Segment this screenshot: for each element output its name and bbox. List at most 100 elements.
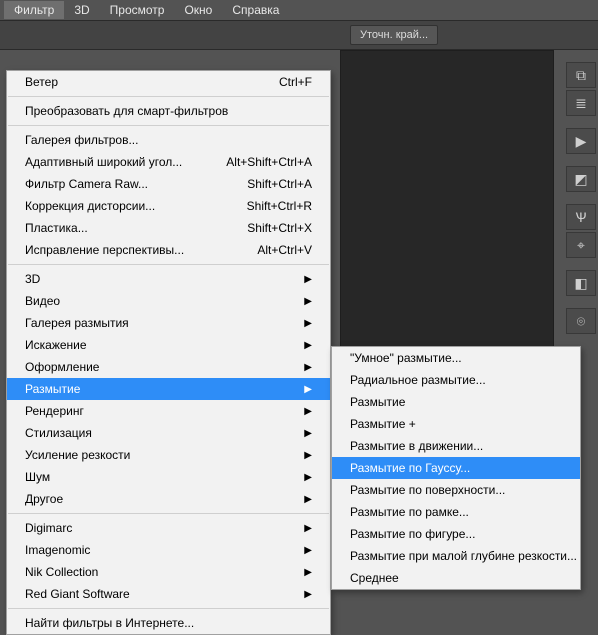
menuitem-label: Размытие по Гауссу... (350, 461, 562, 475)
menu-window[interactable]: Окно (174, 1, 222, 19)
submenu-arrow-icon: ▶ (304, 362, 312, 373)
menuitem-label: Исправление перспективы... (25, 243, 233, 257)
menuitem-label: 3D (25, 272, 294, 286)
submenu-arrow-icon: ▶ (304, 472, 312, 483)
menuitem-shortcut: Ctrl+F (279, 75, 312, 89)
menuitem-label: Imagenomic (25, 543, 294, 557)
menuitem-blur-submenu[interactable]: Размытие ▶ (7, 378, 330, 400)
menuitem-average[interactable]: Среднее (332, 567, 580, 589)
menu-separator (8, 608, 329, 609)
menuitem-label: Другое (25, 492, 294, 506)
swatches-icon[interactable]: ◧ (566, 270, 596, 296)
filter-menu-dropdown: Ветер Ctrl+F Преобразовать для смарт-фил… (6, 70, 331, 635)
menuitem-smart-blur[interactable]: "Умное" размытие... (332, 347, 580, 369)
menuitem-other-submenu[interactable]: Другое ▶ (7, 488, 330, 510)
menuitem-label: Размытие в движении... (350, 439, 562, 453)
menuitem-3d-submenu[interactable]: 3D ▶ (7, 268, 330, 290)
menuitem-convert-smart-filters[interactable]: Преобразовать для смарт-фильтров (7, 100, 330, 122)
menuitem-label: Коррекция дисторсии... (25, 199, 223, 213)
menuitem-label: Nik Collection (25, 565, 294, 579)
menuitem-browse-filters-online[interactable]: Найти фильтры в Интернете... (7, 612, 330, 634)
menuitem-label: Размытие + (350, 417, 562, 431)
menuitem-label: Размытие при малой глубине резкости... (350, 549, 577, 563)
brushes-icon[interactable]: Ѱ (566, 204, 596, 230)
menuitem-label: Размытие по поверхности... (350, 483, 562, 497)
menuitem-label: Фильтр Camera Raw... (25, 177, 223, 191)
menuitem-shortcut: Shift+Ctrl+X (247, 221, 312, 235)
menuitem-label: Найти фильтры в Интернете... (25, 616, 312, 630)
menuitem-distort-submenu[interactable]: Искажение ▶ (7, 334, 330, 356)
menu-help[interactable]: Справка (222, 1, 289, 19)
layers-panel-icon[interactable]: ≣ (566, 90, 596, 116)
workspace: ⧉ ≣ ▶ ◩ Ѱ ⌖ ◧ ⌾ Ветер Ctrl+F Преобразова… (0, 50, 598, 521)
submenu-arrow-icon: ▶ (304, 296, 312, 307)
menuitem-gaussian-blur[interactable]: Размытие по Гауссу... (332, 457, 580, 479)
menuitem-label: Галерея размытия (25, 316, 294, 330)
blur-submenu-dropdown: "Умное" размытие... Радиальное размытие.… (331, 346, 581, 590)
play-icon[interactable]: ▶ (566, 128, 596, 154)
menuitem-label: Размытие (350, 395, 562, 409)
menu-separator (8, 96, 329, 97)
menuitem-nik-collection-submenu[interactable]: Nik Collection ▶ (7, 561, 330, 583)
menuitem-blur-more[interactable]: Размытие + (332, 413, 580, 435)
menuitem-digimarc-submenu[interactable]: Digimarc ▶ (7, 517, 330, 539)
menuitem-label: "Умное" размытие... (350, 351, 562, 365)
menuitem-label: Видео (25, 294, 294, 308)
submenu-arrow-icon: ▶ (304, 406, 312, 417)
menuitem-vanishing-point[interactable]: Исправление перспективы... Alt+Ctrl+V (7, 239, 330, 261)
menu-3d[interactable]: 3D (64, 1, 99, 19)
histogram-icon[interactable]: ⧉ (566, 62, 596, 88)
menuitem-liquify[interactable]: Пластика... Shift+Ctrl+X (7, 217, 330, 239)
menuitem-stylize-submenu[interactable]: Стилизация ▶ (7, 422, 330, 444)
submenu-arrow-icon: ▶ (304, 589, 312, 600)
menuitem-radial-blur[interactable]: Радиальное размытие... (332, 369, 580, 391)
menuitem-label: Оформление (25, 360, 294, 374)
menuitem-pixelate-submenu[interactable]: Оформление ▶ (7, 356, 330, 378)
menuitem-adaptive-wide-angle[interactable]: Адаптивный широкий угол... Alt+Shift+Ctr… (7, 151, 330, 173)
clone-source-icon[interactable]: ⌖ (566, 232, 596, 258)
menubar: Фильтр 3D Просмотр Окно Справка (0, 0, 598, 20)
refine-edge-button[interactable]: Уточн. край... (350, 25, 438, 45)
cube-icon[interactable]: ◩ (566, 166, 596, 192)
menuitem-label: Пластика... (25, 221, 223, 235)
menu-separator (8, 513, 329, 514)
submenu-arrow-icon: ▶ (304, 450, 312, 461)
submenu-arrow-icon: ▶ (304, 274, 312, 285)
menuitem-label: Среднее (350, 571, 562, 585)
menu-filter[interactable]: Фильтр (4, 1, 64, 19)
menuitem-render-submenu[interactable]: Рендеринг ▶ (7, 400, 330, 422)
menuitem-sharpen-submenu[interactable]: Усиление резкости ▶ (7, 444, 330, 466)
menuitem-imagenomic-submenu[interactable]: Imagenomic ▶ (7, 539, 330, 561)
menuitem-label: Радиальное размытие... (350, 373, 562, 387)
submenu-arrow-icon: ▶ (304, 340, 312, 351)
menuitem-last-filter[interactable]: Ветер Ctrl+F (7, 71, 330, 93)
mask-icon[interactable]: ⌾ (566, 308, 596, 334)
menuitem-shortcut: Shift+Ctrl+A (247, 177, 312, 191)
menuitem-motion-blur[interactable]: Размытие в движении... (332, 435, 580, 457)
menuitem-label: Размытие (25, 382, 294, 396)
menuitem-label: Адаптивный широкий угол... (25, 155, 202, 169)
options-toolbar: Уточн. край... (0, 20, 598, 50)
menuitem-label: Галерея фильтров... (25, 133, 312, 147)
submenu-arrow-icon: ▶ (304, 523, 312, 534)
menuitem-lens-blur[interactable]: Размытие при малой глубине резкости... (332, 545, 580, 567)
menu-separator (8, 264, 329, 265)
menuitem-red-giant-submenu[interactable]: Red Giant Software ▶ (7, 583, 330, 605)
menuitem-noise-submenu[interactable]: Шум ▶ (7, 466, 330, 488)
menuitem-surface-blur[interactable]: Размытие по поверхности... (332, 479, 580, 501)
menuitem-filter-gallery[interactable]: Галерея фильтров... (7, 129, 330, 151)
menuitem-blur[interactable]: Размытие (332, 391, 580, 413)
menuitem-video-submenu[interactable]: Видео ▶ (7, 290, 330, 312)
submenu-arrow-icon: ▶ (304, 428, 312, 439)
menuitem-lens-correction[interactable]: Коррекция дисторсии... Shift+Ctrl+R (7, 195, 330, 217)
menuitem-label: Стилизация (25, 426, 294, 440)
menuitem-label: Ветер (25, 75, 255, 89)
menuitem-label: Рендеринг (25, 404, 294, 418)
menuitem-camera-raw[interactable]: Фильтр Camera Raw... Shift+Ctrl+A (7, 173, 330, 195)
menuitem-label: Искажение (25, 338, 294, 352)
menuitem-box-blur[interactable]: Размытие по рамке... (332, 501, 580, 523)
menuitem-blur-gallery-submenu[interactable]: Галерея размытия ▶ (7, 312, 330, 334)
menu-view[interactable]: Просмотр (100, 1, 175, 19)
menuitem-shape-blur[interactable]: Размытие по фигуре... (332, 523, 580, 545)
menuitem-label: Размытие по рамке... (350, 505, 562, 519)
